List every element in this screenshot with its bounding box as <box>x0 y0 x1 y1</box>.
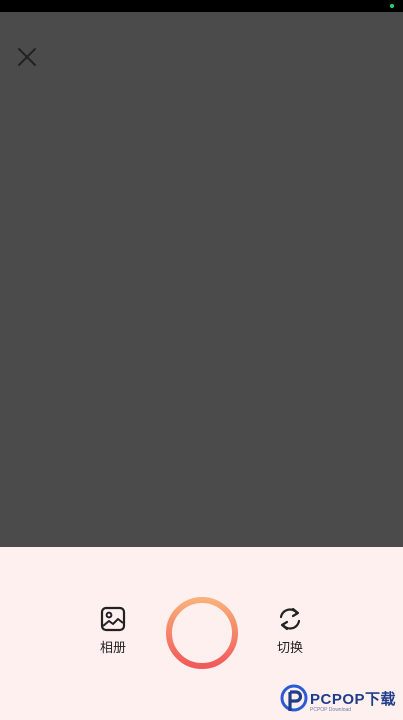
shutter-button[interactable] <box>164 595 240 671</box>
camera-controls-panel: 相册 切换 PCPOP下载 PCPOP Download <box>0 547 403 720</box>
close-button[interactable] <box>14 44 40 70</box>
image-icon <box>100 606 126 632</box>
album-button[interactable]: 相册 <box>83 605 143 657</box>
camera-viewfinder <box>0 12 403 547</box>
close-icon <box>18 48 36 66</box>
watermark-text: PCPOP下载 <box>310 691 397 708</box>
switch-camera-button[interactable]: 切换 <box>260 605 320 657</box>
watermark-subtext: PCPOP Download <box>310 707 352 713</box>
pcpop-logo-icon <box>280 684 308 712</box>
watermark: PCPOP下载 PCPOP Download <box>279 683 403 717</box>
refresh-icon <box>279 607 301 631</box>
status-indicator-dot <box>390 4 394 8</box>
shutter-ring-icon <box>166 597 238 669</box>
status-bar <box>0 0 403 12</box>
album-label: 相册 <box>99 641 126 656</box>
switch-label: 切换 <box>276 641 303 656</box>
